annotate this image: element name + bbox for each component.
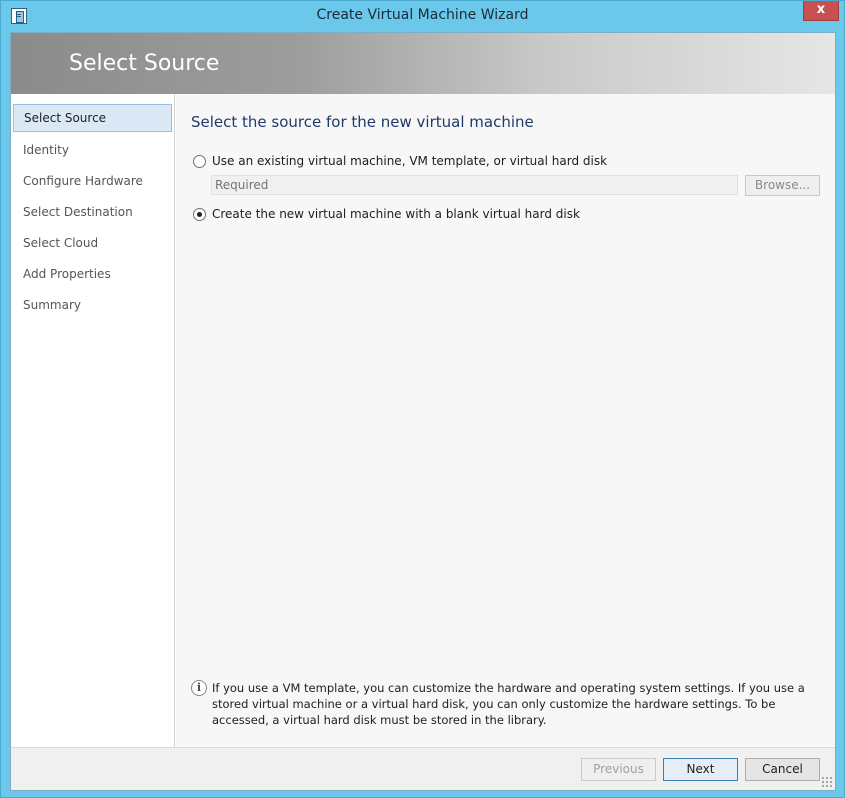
wizard-footer: Previous Next Cancel xyxy=(11,747,835,790)
cancel-button[interactable]: Cancel xyxy=(745,758,820,781)
info-text: If you use a VM template, you can custom… xyxy=(212,681,805,727)
sidebar-item-configure-hardware[interactable]: Configure Hardware xyxy=(13,167,172,195)
browse-button[interactable]: Browse... xyxy=(745,175,820,196)
sidebar-item-select-destination[interactable]: Select Destination xyxy=(13,198,172,226)
radio-existing-label[interactable]: Use an existing virtual machine, VM temp… xyxy=(212,154,607,168)
source-path-input[interactable] xyxy=(211,175,738,195)
wizard-client-area: Select Source Select Source Identity Con… xyxy=(10,32,836,791)
info-icon: i xyxy=(191,680,207,696)
radio-blank-disk[interactable] xyxy=(193,207,206,221)
wizard-window: Create Virtual Machine Wizard x Select S… xyxy=(0,0,845,798)
section-heading: Select the source for the new virtual ma… xyxy=(191,113,534,131)
sidebar-item-summary[interactable]: Summary xyxy=(13,291,172,319)
resize-grip-icon[interactable] xyxy=(821,776,833,788)
sidebar-item-identity[interactable]: Identity xyxy=(13,136,172,164)
page-title: Select Source xyxy=(69,51,220,76)
info-note: i If you use a VM template, you can cust… xyxy=(191,680,821,728)
window-title: Create Virtual Machine Wizard xyxy=(316,7,529,23)
radio-blank-label[interactable]: Create the new virtual machine with a bl… xyxy=(212,207,580,221)
option-existing-source[interactable]: Use an existing virtual machine, VM temp… xyxy=(193,152,607,170)
next-button[interactable]: Next xyxy=(663,758,738,781)
sidebar-item-select-cloud[interactable]: Select Cloud xyxy=(13,229,172,257)
option-blank-disk[interactable]: Create the new virtual machine with a bl… xyxy=(193,205,580,223)
sidebar-item-add-properties[interactable]: Add Properties xyxy=(13,260,172,288)
previous-button[interactable]: Previous xyxy=(581,758,656,781)
close-button[interactable]: x xyxy=(803,1,839,21)
wizard-steps-sidebar: Select Source Identity Configure Hardwar… xyxy=(11,94,175,747)
title-bar[interactable]: Create Virtual Machine Wizard x xyxy=(1,1,844,31)
page-banner: Select Source xyxy=(11,33,835,94)
radio-existing-source[interactable] xyxy=(193,154,206,168)
main-content: Select the source for the new virtual ma… xyxy=(176,94,835,747)
sidebar-item-select-source[interactable]: Select Source xyxy=(13,104,172,132)
